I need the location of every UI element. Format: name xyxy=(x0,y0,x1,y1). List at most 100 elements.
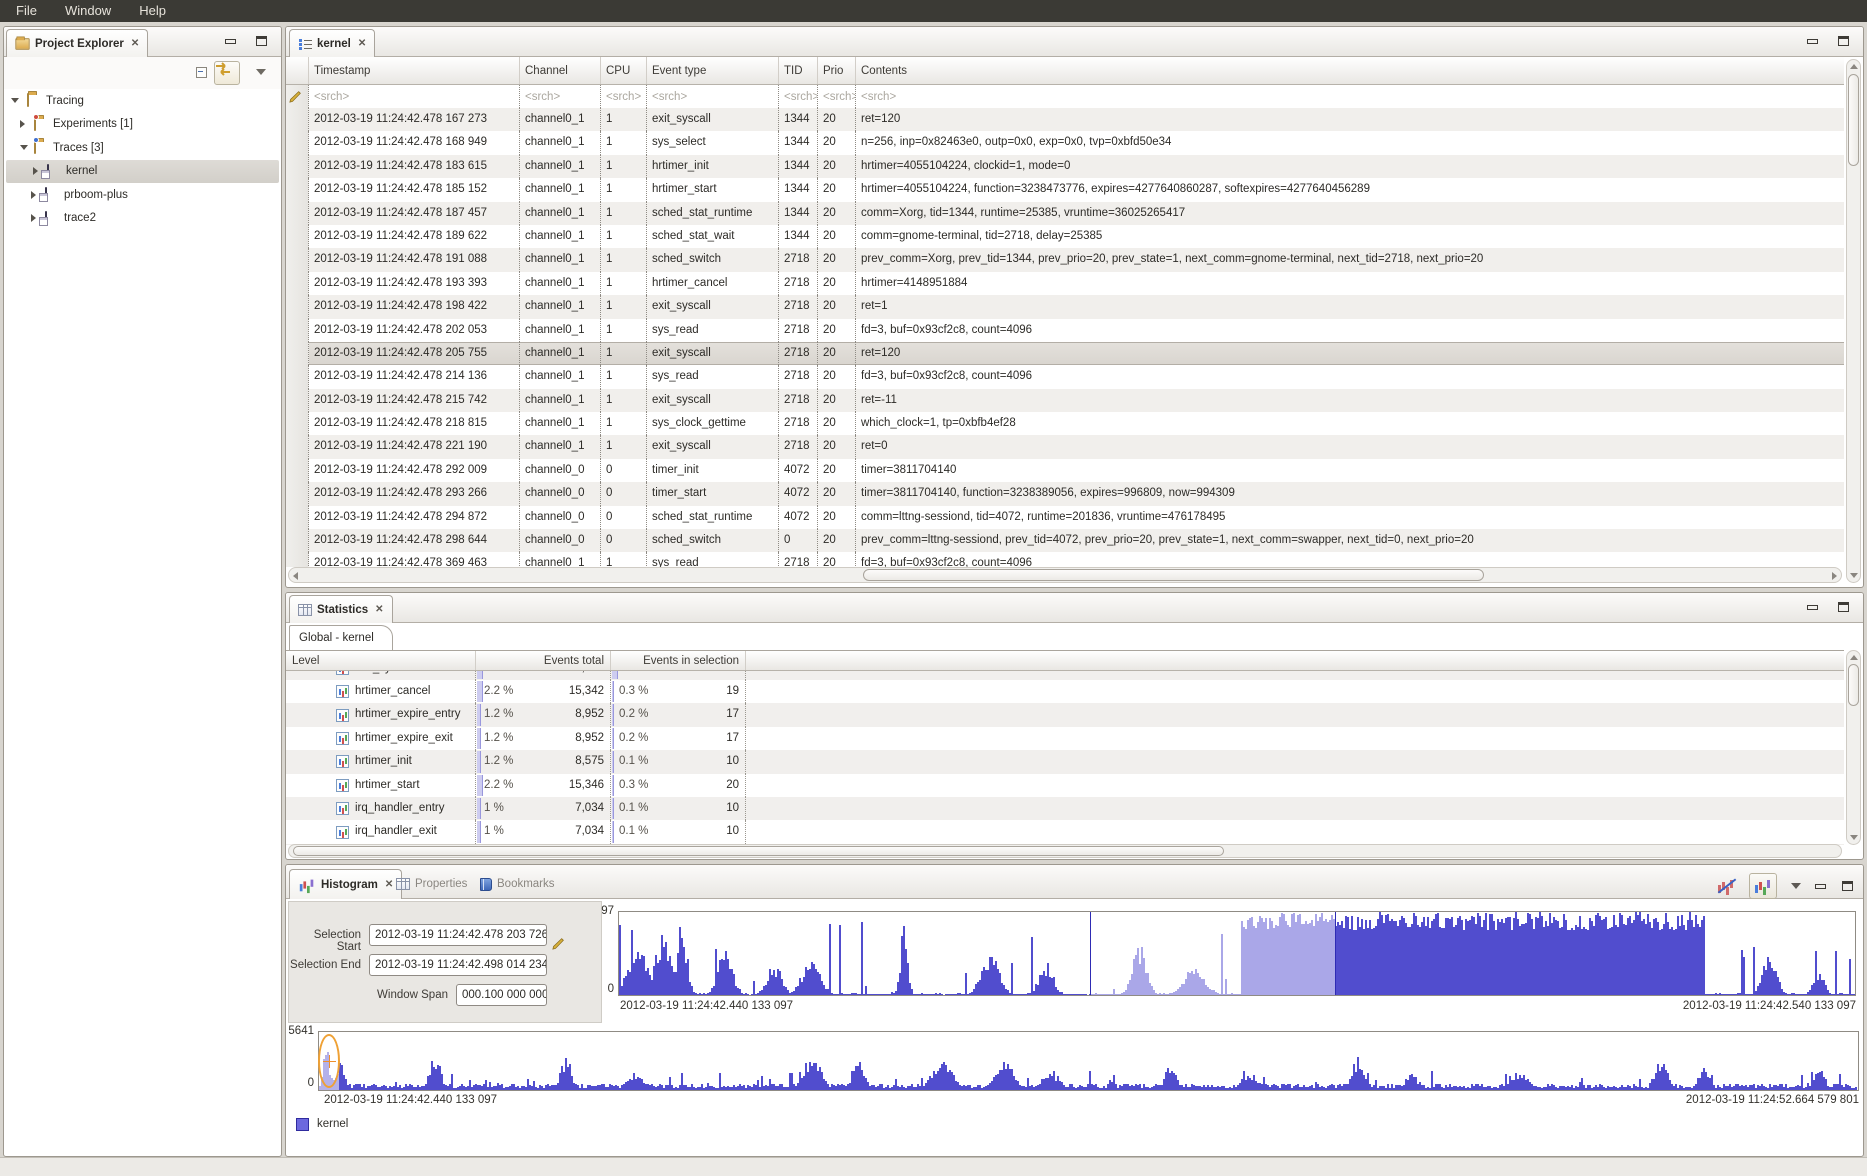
event-row[interactable]: 2012-03-19 11:24:42.478 205 755 channel0… xyxy=(286,342,1844,365)
event-row[interactable]: 2012-03-19 11:24:42.478 215 742 channel0… xyxy=(286,389,1844,412)
statistics-row-partial[interactable]: exit_syscall 39.9 %275,743 6.1 %343 xyxy=(286,671,1844,680)
event-row[interactable]: 2012-03-19 11:24:42.478 202 053 channel0… xyxy=(286,319,1844,342)
column-header-tid[interactable]: TID xyxy=(779,57,818,84)
column-header-channel[interactable]: Channel xyxy=(520,57,601,84)
event-row[interactable]: 2012-03-19 11:24:42.478 198 422 channel0… xyxy=(286,295,1844,318)
menu-item[interactable]: Help xyxy=(125,0,180,22)
tree-item-trace2[interactable]: trace2 xyxy=(4,207,281,230)
filter-input-channel[interactable]: <srch> xyxy=(520,85,601,108)
statistics-row[interactable]: irq_handler_exit 1 %7,034 0.1 %10 xyxy=(286,820,1844,843)
statistics-row[interactable]: hrtimer_init 1.2 %8,575 0.1 %10 xyxy=(286,750,1844,773)
maximize-icon[interactable] xyxy=(1838,36,1849,46)
expander-icon[interactable] xyxy=(20,120,25,128)
scroll-down-icon[interactable] xyxy=(1850,573,1858,578)
expander-icon[interactable] xyxy=(20,145,28,150)
minimize-icon[interactable] xyxy=(1807,39,1818,44)
statistics-row[interactable]: hrtimer_cancel 2.2 %15,342 0.3 %19 xyxy=(286,680,1844,703)
menu-item[interactable]: Window xyxy=(51,0,125,22)
tree-item-experiments[interactable]: Experiments [1] xyxy=(4,113,281,136)
scrollbar-thumb[interactable] xyxy=(293,846,1224,856)
maximize-icon[interactable] xyxy=(1838,602,1849,612)
event-row[interactable]: 2012-03-19 11:24:42.478 168 949 channel0… xyxy=(286,131,1844,154)
event-row[interactable]: 2012-03-19 11:24:42.478 189 622 channel0… xyxy=(286,225,1844,248)
column-header-contents[interactable]: Contents xyxy=(856,57,1844,84)
event-row[interactable]: 2012-03-19 11:24:42.478 221 190 channel0… xyxy=(286,435,1844,458)
tree-item-kernel[interactable]: kernel xyxy=(6,160,279,183)
scroll-right-icon[interactable] xyxy=(1832,572,1837,580)
close-icon[interactable]: ✕ xyxy=(358,38,366,49)
filter-input-tid[interactable]: <srch> xyxy=(779,85,818,108)
tab-project-explorer[interactable]: Project Explorer ✕ xyxy=(6,29,148,57)
column-header-cpu[interactable]: CPU xyxy=(601,57,647,84)
minimize-icon[interactable] xyxy=(225,39,236,44)
maximize-icon[interactable] xyxy=(256,36,267,46)
scroll-up-icon[interactable] xyxy=(1850,655,1858,660)
tab-statistics[interactable]: Statistics ✕ xyxy=(289,595,393,623)
expander-icon[interactable] xyxy=(33,167,38,175)
event-row[interactable]: 2012-03-19 11:24:42.478 167 273 channel0… xyxy=(286,108,1844,131)
tab-bookmarks[interactable]: Bookmarks xyxy=(472,869,563,899)
minimize-icon[interactable] xyxy=(1807,605,1818,610)
hide-lost-events-icon[interactable] xyxy=(1717,878,1735,894)
activate-trace-coloring-button[interactable] xyxy=(1749,873,1777,899)
event-row[interactable]: 2012-03-19 11:24:42.478 293 266 channel0… xyxy=(286,482,1844,505)
scrollbar-thumb[interactable] xyxy=(1848,74,1859,166)
filter-input-contents[interactable]: <srch> xyxy=(856,85,1844,108)
tab-histogram[interactable]: Histogram ✕ xyxy=(289,869,402,899)
column-header-level[interactable]: Level xyxy=(286,651,476,670)
event-row[interactable]: 2012-03-19 11:24:42.478 187 457 channel0… xyxy=(286,202,1844,225)
expander-icon[interactable] xyxy=(31,191,36,199)
tab-properties[interactable]: Properties xyxy=(388,869,475,899)
statistics-subtab-global-kernel[interactable]: Global - kernel xyxy=(289,625,393,650)
view-menu-icon[interactable] xyxy=(256,69,266,75)
scrollbar-thumb[interactable] xyxy=(1848,664,1859,706)
event-row[interactable]: 2012-03-19 11:24:42.478 369 463 channel0… xyxy=(286,552,1844,567)
tab-kernel-editor[interactable]: kernel ✕ xyxy=(289,29,375,57)
zoom-histogram-chart[interactable] xyxy=(618,911,1856,996)
event-row[interactable]: 2012-03-19 11:24:42.478 214 136 channel0… xyxy=(286,365,1844,388)
window-span-field[interactable]: 000.100 000 000 xyxy=(456,984,547,1006)
tree-item-tracing[interactable]: Tracing xyxy=(4,89,281,112)
filter-input-cpu[interactable]: <srch> xyxy=(601,85,647,108)
filter-input-timestamp[interactable]: <srch> xyxy=(309,85,520,108)
event-row[interactable]: 2012-03-19 11:24:42.478 292 009 channel0… xyxy=(286,459,1844,482)
link-with-editor-icon[interactable] xyxy=(214,61,240,85)
minimize-icon[interactable] xyxy=(1815,884,1826,889)
event-row[interactable]: 2012-03-19 11:24:42.478 218 815 channel0… xyxy=(286,412,1844,435)
event-row[interactable]: 2012-03-19 11:24:42.478 191 088 channel0… xyxy=(286,248,1844,271)
column-header-event-type[interactable]: Event type xyxy=(647,57,779,84)
scroll-up-icon[interactable] xyxy=(1850,64,1858,69)
column-header-prio[interactable]: Prio xyxy=(818,57,856,84)
close-icon[interactable]: ✕ xyxy=(375,604,383,615)
event-row[interactable]: 2012-03-19 11:24:42.478 185 152 channel0… xyxy=(286,178,1844,201)
selection-end-field[interactable]: 2012-03-19 11:24:42.498 014 234 xyxy=(369,954,547,976)
event-row[interactable]: 2012-03-19 11:24:42.478 294 872 channel0… xyxy=(286,506,1844,529)
collapse-all-icon[interactable] xyxy=(193,64,206,77)
statistics-row[interactable]: hrtimer_start 2.2 %15,346 0.3 %20 xyxy=(286,774,1844,797)
scroll-down-icon[interactable] xyxy=(1850,835,1858,840)
event-row[interactable]: 2012-03-19 11:24:42.478 298 644 channel0… xyxy=(286,529,1844,552)
scroll-left-icon[interactable] xyxy=(293,572,298,580)
tree-item-prboom-plus[interactable]: prboom-plus xyxy=(4,183,281,206)
close-icon[interactable]: ✕ xyxy=(131,38,139,49)
statistics-row[interactable]: hrtimer_expire_entry 1.2 %8,952 0.2 %17 xyxy=(286,703,1844,726)
column-header-events-in-selection[interactable]: Events in selection xyxy=(611,651,746,670)
column-header-events-total[interactable]: Events total xyxy=(476,651,611,670)
events-horizontal-scrollbar[interactable] xyxy=(288,567,1842,583)
filter-input-event-type[interactable]: <srch> xyxy=(647,85,779,108)
statistics-horizontal-scrollbar[interactable] xyxy=(288,844,1842,858)
expander-icon[interactable] xyxy=(11,98,19,103)
scrollbar-thumb[interactable] xyxy=(863,569,1484,581)
full-histogram-chart[interactable] xyxy=(318,1031,1859,1091)
selection-start-field[interactable]: 2012-03-19 11:24:42.478 203 726 xyxy=(369,924,547,946)
event-row[interactable]: 2012-03-19 11:24:42.478 183 615 channel0… xyxy=(286,155,1844,178)
expander-icon[interactable] xyxy=(31,214,36,222)
column-header-timestamp[interactable]: Timestamp xyxy=(309,57,520,84)
events-vertical-scrollbar[interactable] xyxy=(1846,59,1861,583)
view-menu-icon[interactable] xyxy=(1791,883,1801,889)
statistics-row[interactable]: irq_handler_entry 1 %7,034 0.1 %10 xyxy=(286,797,1844,820)
tree-item-traces[interactable]: Traces [3] xyxy=(4,136,281,159)
maximize-icon[interactable] xyxy=(1842,881,1853,891)
event-row[interactable]: 2012-03-19 11:24:42.478 193 393 channel0… xyxy=(286,272,1844,295)
statistics-vertical-scrollbar[interactable] xyxy=(1846,650,1861,845)
